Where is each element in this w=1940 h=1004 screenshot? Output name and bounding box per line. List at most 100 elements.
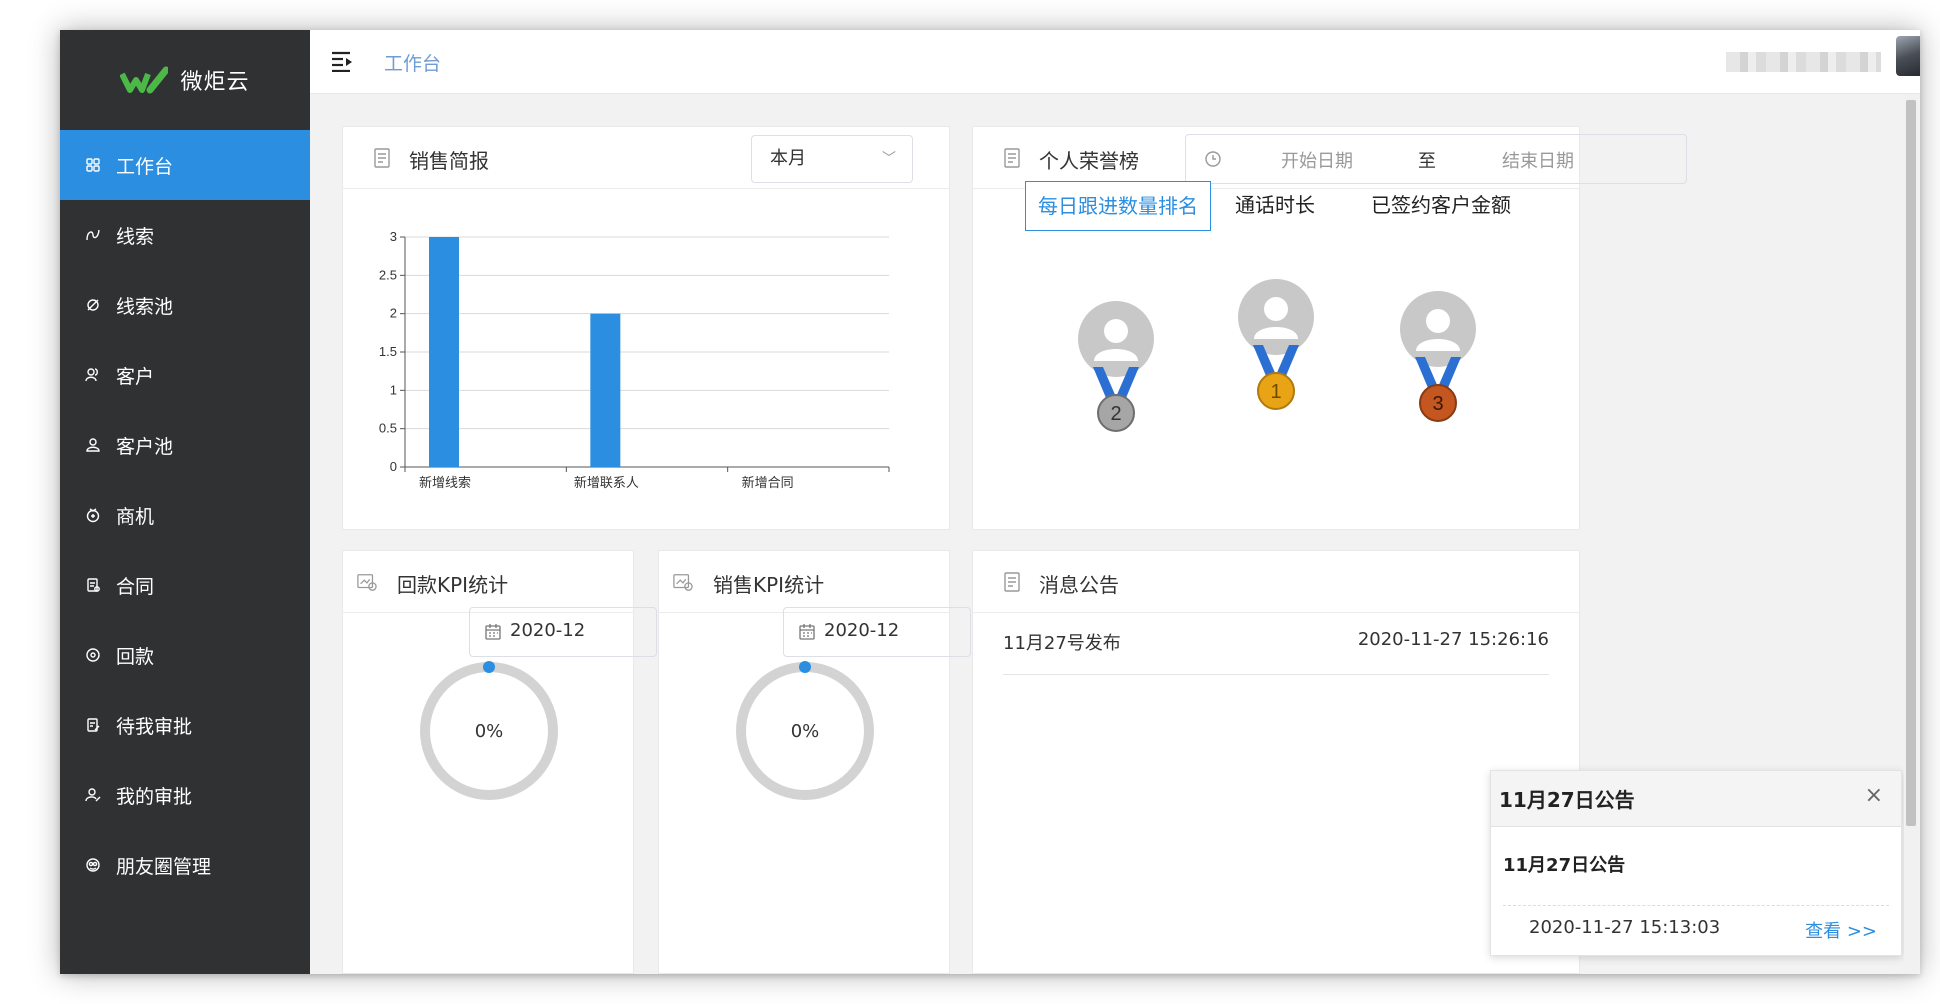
sidebar-item-label: 回款	[116, 645, 155, 668]
top-header: 工作台 ▼	[310, 30, 1920, 94]
popup-time: 2020-11-27 15:13:03	[1529, 917, 1721, 938]
scrollbar[interactable]	[1904, 94, 1918, 974]
breadcrumb[interactable]: 工作台	[384, 49, 441, 76]
notice-row[interactable]: 11月27号发布 2020-11-27 15:26:16	[1003, 613, 1549, 675]
period-select[interactable]: 本月 ﹀	[751, 135, 913, 183]
svg-text:2: 2	[1110, 403, 1121, 425]
notice-title: 11月27号发布	[1003, 633, 1121, 654]
sidebar: 微炬云 工作台 线索 线索池 客户 客户池 商机 合同 回款 待我审批 我的审批…	[60, 30, 310, 974]
payment-icon	[84, 646, 102, 664]
sales-report-card: 销售简报 本月 ﹀ 0 0.5 1 1.5 2 2.5 3 新增线索 新增联系人 新增合同	[342, 126, 950, 530]
chart-card-icon	[673, 574, 693, 591]
notice-popup: 11月27日公告 × 11月27日公告 2020-11-27 15:13:03 …	[1490, 770, 1902, 956]
customer-pool-icon	[84, 436, 102, 454]
start-date-input[interactable]: 开始日期	[1281, 147, 1353, 173]
card-title: 个人荣誉榜	[1039, 149, 1139, 173]
sidebar-item-leads[interactable]: 线索	[60, 200, 310, 270]
sidebar-item-label: 朋友圈管理	[116, 855, 212, 878]
card-header: 销售简报 本月 ﹀	[343, 127, 949, 189]
popup-header: 11月27日公告 ×	[1491, 771, 1901, 827]
sidebar-item-label: 待我审批	[116, 715, 193, 738]
card-title: 销售KPI统计	[713, 573, 825, 597]
pending-approval-icon	[84, 716, 102, 734]
document-icon	[1004, 148, 1020, 168]
chart-card-icon	[357, 574, 377, 591]
opportunity-icon	[84, 506, 102, 524]
sidebar-item-leads-pool[interactable]: 线索池	[60, 270, 310, 340]
sidebar-item-label: 合同	[116, 575, 155, 598]
sidebar-item-label: 商机	[116, 505, 155, 528]
leads-pool-icon	[84, 296, 102, 314]
tab-call-duration[interactable]: 通话时长	[1223, 181, 1327, 231]
sidebar-item-opportunity[interactable]: 商机	[60, 480, 310, 550]
payment-kpi-card: 回款KPI统计 2020-12 0%	[342, 550, 657, 974]
card-title: 消息公告	[1039, 573, 1119, 597]
view-link[interactable]: 查看 >>	[1805, 917, 1877, 943]
document-icon	[1004, 572, 1020, 592]
sidebar-item-moments[interactable]: 朋友圈管理	[60, 830, 310, 900]
y-tick-label: 3	[390, 229, 397, 244]
sidebar-item-label: 线索池	[116, 295, 174, 318]
customer-icon	[84, 366, 102, 384]
sales-kpi-card: 销售KPI统计 2020-12 0%	[658, 550, 971, 974]
card-header: 消息公告	[973, 551, 1579, 613]
clock-icon	[1205, 151, 1221, 167]
app-logo[interactable]: 微炬云	[60, 30, 310, 130]
y-tick-label: 0	[390, 459, 397, 474]
chevron-down-icon: ﹀	[882, 151, 896, 167]
brand-logo-icon	[120, 66, 169, 94]
sidebar-item-dashboard[interactable]: 工作台	[60, 130, 310, 200]
period-select-value: 本月	[770, 148, 806, 169]
sidebar-item-customer-pool[interactable]: 客户池	[60, 410, 310, 480]
payment-kpi-percent: 0%	[474, 721, 504, 742]
sidebar-item-pending-approval[interactable]: 待我审批	[60, 690, 310, 760]
menu-toggle-icon[interactable]	[330, 50, 354, 72]
app-name: 微炬云	[180, 70, 250, 95]
bar	[590, 313, 621, 467]
sidebar-item-customer[interactable]: 客户	[60, 340, 310, 410]
popup-subject: 11月27日公告	[1503, 855, 1626, 876]
card-header: 个人荣誉榜 开始日期 至 结束日期	[973, 127, 1687, 189]
sidebar-item-payment[interactable]: 回款	[60, 620, 310, 690]
card-title: 销售简报	[409, 149, 489, 173]
gauge-indicator	[483, 661, 495, 673]
y-tick-label: 2	[390, 306, 397, 321]
date-range-picker[interactable]: 开始日期 至 结束日期	[1185, 134, 1687, 184]
gauge-indicator	[799, 661, 811, 673]
close-icon[interactable]: ×	[1865, 783, 1883, 808]
scrollbar-thumb[interactable]	[1906, 100, 1916, 826]
month-picker[interactable]: 2020-12	[783, 607, 971, 657]
my-approval-icon	[84, 786, 102, 804]
end-date-input[interactable]: 结束日期	[1502, 147, 1574, 173]
tab-daily-followup[interactable]: 每日跟进数量排名	[1025, 181, 1211, 231]
sales-kpi-percent: 0%	[790, 721, 820, 742]
sidebar-item-contract[interactable]: 合同	[60, 550, 310, 620]
x-tick-label: 新增联系人	[574, 475, 639, 490]
svg-text:3: 3	[1432, 393, 1443, 415]
sidebar-item-label: 工作台	[116, 155, 174, 178]
moments-icon	[84, 856, 102, 874]
calendar-icon	[799, 624, 815, 640]
divider	[1503, 905, 1889, 906]
y-tick-label: 1	[390, 382, 397, 397]
sidebar-item-my-approval[interactable]: 我的审批	[60, 760, 310, 830]
honor-board-card: 个人荣誉榜 开始日期 至 结束日期 每日跟进数量排名 通话时长 已签约客户金额 …	[972, 126, 1687, 530]
month-value: 2020-12	[824, 620, 900, 641]
month-picker[interactable]: 2020-12	[469, 607, 657, 657]
x-tick-label: 新增线索	[419, 475, 471, 490]
dashboard-icon	[84, 156, 102, 174]
y-tick-label: 1.5	[379, 344, 397, 359]
tab-signed-amount[interactable]: 已签约客户金额	[1359, 181, 1523, 231]
x-tick-label: 新增合同	[742, 475, 794, 490]
notice-time: 2020-11-27 15:26:16	[1357, 629, 1549, 650]
month-value: 2020-12	[510, 620, 586, 641]
sidebar-item-label: 线索	[116, 225, 155, 248]
notices-card: 消息公告 11月27号发布 2020-11-27 15:26:16	[972, 550, 1580, 974]
rank-1-medal: 1	[1238, 279, 1314, 410]
card-title: 回款KPI统计	[397, 573, 509, 597]
sidebar-item-label: 客户池	[116, 435, 174, 458]
card-header: 销售KPI统计	[659, 551, 949, 613]
sales-bar-chart: 0 0.5 1 1.5 2 2.5 3 新增线索 新增联系人 新增合同	[379, 229, 890, 490]
date-separator: 至	[1418, 151, 1436, 172]
avatar[interactable]	[1896, 36, 1920, 76]
